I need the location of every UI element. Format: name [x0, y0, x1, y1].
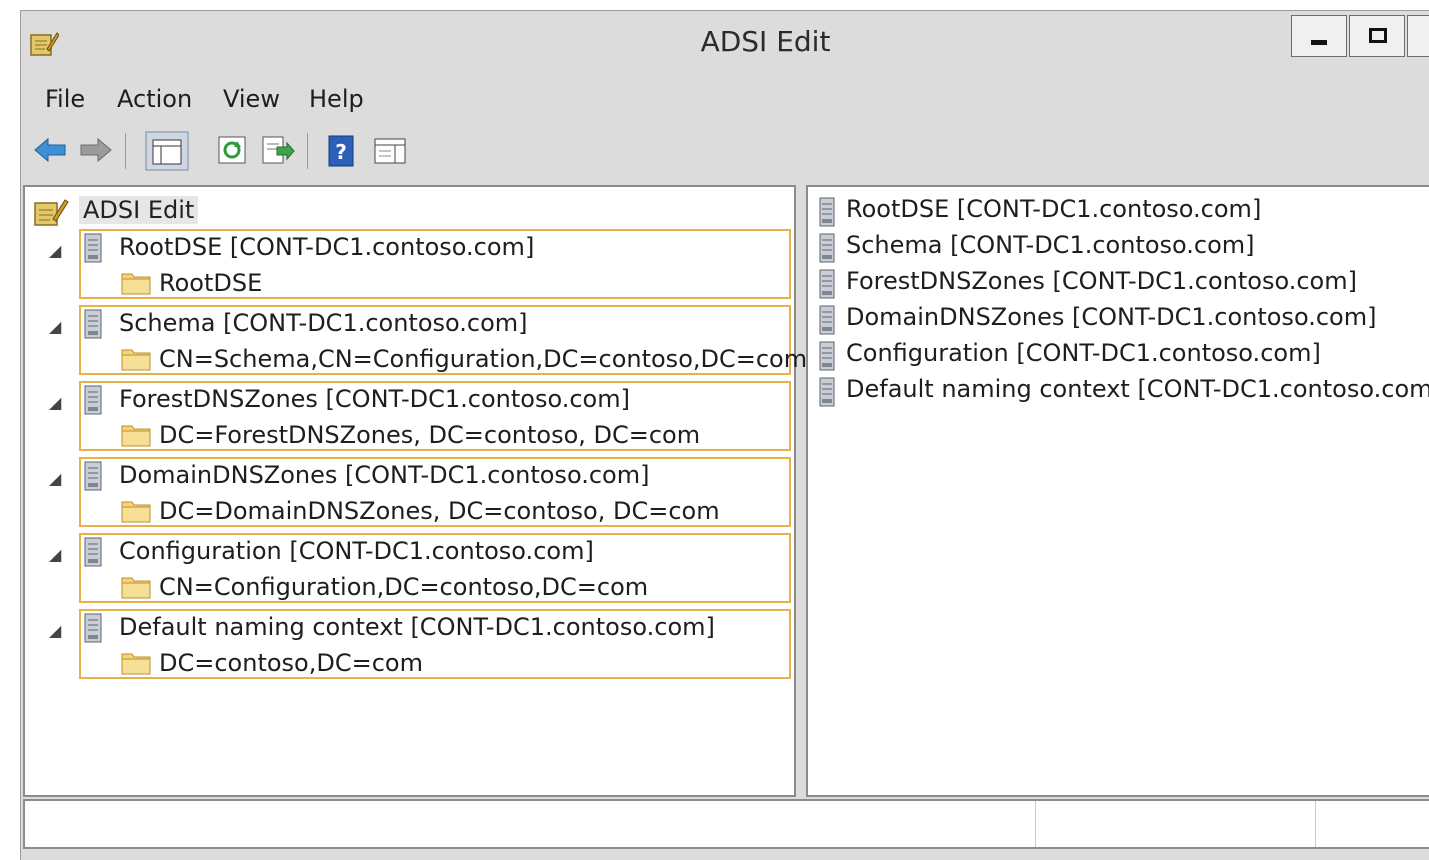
tree-item-label[interactable]: Default naming context [CONT-DC1.contoso… — [119, 613, 715, 641]
expand-collapse-icon[interactable]: ◢ — [49, 393, 61, 412]
adsi-edit-window: ADSI Edit File Action View Help ? ADSI E… — [20, 10, 1429, 860]
forward-arrow-icon[interactable] — [79, 135, 113, 165]
minimize-button[interactable] — [1291, 15, 1347, 57]
details-pane[interactable]: RootDSE [CONT-DC1.contoso.com] Schema [CO… — [806, 185, 1429, 797]
tree-group: ◢ Default naming context [CONT-DC1.contos… — [49, 609, 791, 679]
details-list-item[interactable]: RootDSE [CONT-DC1.contoso.com] — [818, 195, 1418, 231]
folder-icon — [121, 269, 151, 299]
tree-group: ◢ RootDSE [CONT-DC1.contoso.com] RootDSE — [49, 229, 791, 299]
status-separator — [1035, 801, 1036, 847]
details-list-item[interactable]: ForestDNSZones [CONT-DC1.contoso.com] — [818, 267, 1418, 303]
folder-icon — [121, 421, 151, 451]
minimize-icon — [1311, 40, 1327, 45]
server-icon — [83, 385, 103, 419]
close-button[interactable] — [1407, 15, 1429, 57]
menu-help[interactable]: Help — [309, 85, 364, 113]
show-hide-console-tree-icon[interactable] — [145, 131, 189, 171]
tree-child-label[interactable]: CN=Schema,CN=Configuration,DC=contoso,DC… — [159, 345, 807, 373]
tree-item-label[interactable]: RootDSE [CONT-DC1.contoso.com] — [119, 233, 534, 261]
export-list-icon[interactable] — [261, 135, 295, 165]
folder-icon — [121, 497, 151, 527]
tree-item-label[interactable]: ForestDNSZones [CONT-DC1.contoso.com] — [119, 385, 630, 413]
server-icon — [818, 377, 836, 411]
tree-item-label[interactable]: Configuration [CONT-DC1.contoso.com] — [119, 537, 594, 565]
back-arrow-icon[interactable] — [33, 135, 67, 165]
tree-root-label: ADSI Edit — [79, 196, 199, 224]
tree-group: ◢ DomainDNSZones [CONT-DC1.contoso.com] DC… — [49, 457, 791, 527]
details-item-label: DomainDNSZones [CONT-DC1.contoso.com] — [846, 303, 1377, 331]
tree-child-label[interactable]: DC=DomainDNSZones, DC=contoso, DC=com — [159, 497, 720, 525]
tree-item-label[interactable]: Schema [CONT-DC1.contoso.com] — [119, 309, 528, 337]
console-tree-pane[interactable]: ADSI Edit ◢ RootDSE [CONT-DC1.contoso.com… — [23, 185, 807, 797]
details-item-label: Configuration [CONT-DC1.contoso.com] — [846, 339, 1321, 367]
details-list-item[interactable]: Schema [CONT-DC1.contoso.com] — [818, 231, 1418, 267]
show-hide-action-pane-icon[interactable] — [373, 135, 407, 165]
server-icon — [83, 309, 103, 343]
expand-collapse-icon[interactable]: ◢ — [49, 621, 61, 640]
details-list-item[interactable]: Configuration [CONT-DC1.contoso.com] — [818, 339, 1418, 375]
details-item-label: RootDSE [CONT-DC1.contoso.com] — [846, 195, 1262, 223]
server-icon — [818, 233, 836, 267]
expand-collapse-icon[interactable]: ◢ — [49, 545, 61, 564]
tree-child-label[interactable]: RootDSE — [159, 269, 262, 297]
server-icon — [818, 197, 836, 231]
status-separator — [1315, 801, 1316, 847]
server-icon — [83, 461, 103, 495]
toolbar-separator — [125, 133, 126, 169]
toolbar-separator — [307, 133, 308, 169]
tree-group: ◢ ForestDNSZones [CONT-DC1.contoso.com] DC… — [49, 381, 791, 451]
menu-view[interactable]: View — [223, 85, 280, 113]
menu-file[interactable]: File — [45, 85, 85, 113]
folder-icon — [121, 649, 151, 679]
tree-group: ◢ Schema [CONT-DC1.contoso.com] CN=Schema,… — [49, 305, 807, 375]
expand-collapse-icon[interactable]: ◢ — [49, 317, 61, 336]
tree-item-label[interactable]: DomainDNSZones [CONT-DC1.contoso.com] — [119, 461, 649, 489]
tree-child-label[interactable]: DC=contoso,DC=com — [159, 649, 423, 677]
window-title: ADSI Edit — [700, 25, 831, 58]
details-item-label: ForestDNSZones [CONT-DC1.contoso.com] — [846, 267, 1357, 295]
server-icon — [818, 305, 836, 339]
folder-icon — [121, 573, 151, 603]
menu-action[interactable]: Action — [117, 85, 192, 113]
details-item-label: Default naming context [CONT-DC1.contoso… — [846, 375, 1429, 403]
toolbar: ? — [21, 127, 1429, 175]
server-icon — [83, 537, 103, 571]
svg-text:?: ? — [335, 140, 347, 164]
menu-bar: File Action View Help — [21, 77, 1429, 121]
title-bar[interactable]: ADSI Edit — [21, 11, 1429, 77]
adsi-edit-icon — [34, 199, 69, 226]
server-icon — [818, 269, 836, 303]
expand-collapse-icon[interactable]: ◢ — [49, 241, 61, 260]
details-item-label: Schema [CONT-DC1.contoso.com] — [846, 231, 1255, 259]
server-icon — [818, 341, 836, 375]
refresh-icon[interactable] — [217, 135, 247, 165]
tree-child-label[interactable]: CN=Configuration,DC=contoso,DC=com — [159, 573, 648, 601]
help-icon[interactable]: ? — [327, 135, 357, 167]
maximize-icon — [1369, 28, 1387, 43]
tree-child-label[interactable]: DC=ForestDNSZones, DC=contoso, DC=com — [159, 421, 700, 449]
status-bar — [23, 799, 1429, 849]
expand-collapse-icon[interactable]: ◢ — [49, 469, 61, 488]
maximize-button[interactable] — [1349, 15, 1405, 57]
details-list-item[interactable]: Default naming context [CONT-DC1.contoso… — [818, 375, 1429, 411]
details-list-item[interactable]: DomainDNSZones [CONT-DC1.contoso.com] — [818, 303, 1418, 339]
server-icon — [83, 613, 103, 647]
server-icon — [83, 233, 103, 267]
tree-group: ◢ Configuration [CONT-DC1.contoso.com] CN=… — [49, 533, 791, 603]
folder-icon — [121, 345, 151, 375]
